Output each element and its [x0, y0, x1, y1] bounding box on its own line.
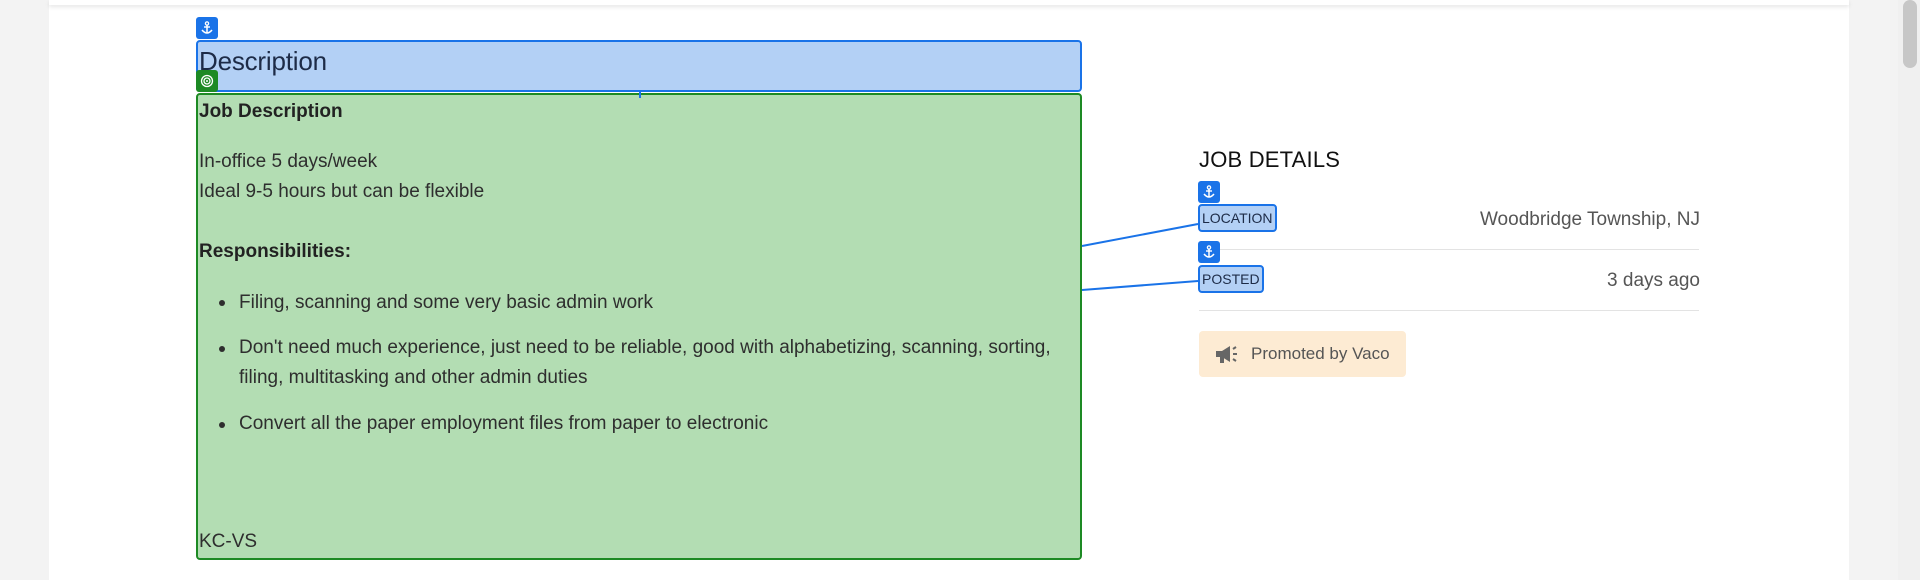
scrollbar-thumb[interactable] — [1903, 0, 1917, 68]
responsibility-item: Filing, scanning and some very basic adm… — [239, 292, 653, 313]
promoted-text: Promoted by Vaco — [1251, 344, 1390, 363]
bullet-dot — [219, 422, 225, 428]
promoted-badge: Promoted by Vaco — [1199, 331, 1406, 377]
description-heading: Description — [199, 46, 327, 76]
description-header-highlight — [196, 40, 1082, 92]
description-line: Ideal 9-5 hours but can be flexible — [199, 181, 485, 202]
bullet-dot — [219, 346, 225, 352]
bullet-dot — [219, 300, 225, 306]
megaphone-icon — [1216, 346, 1237, 363]
posted-label: POSTED — [1198, 265, 1264, 293]
top-bar — [49, 0, 1849, 5]
responsibility-item: Convert all the paper employment files f… — [239, 413, 769, 434]
job-details-title: JOB DETAILS — [1199, 147, 1341, 172]
posted-value: 3 days ago — [1607, 270, 1700, 291]
location-label: LOCATION — [1198, 204, 1277, 232]
target-icon — [196, 70, 218, 92]
divider — [1199, 249, 1699, 250]
signoff-text: KC-VS — [199, 531, 258, 552]
job-description-title: Job Description — [199, 101, 343, 122]
anchor-icon — [196, 17, 218, 39]
location-value: Woodbridge Township, NJ — [1479, 209, 1700, 230]
description-line: In-office 5 days/week — [199, 151, 378, 172]
divider — [1199, 310, 1699, 311]
responsibilities-title: Responsibilities: — [199, 241, 352, 262]
anchor-icon — [1198, 241, 1220, 263]
responsibility-item: Don't need much experience, just need to… — [239, 337, 1051, 388]
anchor-icon — [1198, 181, 1220, 203]
scrollbar[interactable] — [1898, 0, 1920, 580]
